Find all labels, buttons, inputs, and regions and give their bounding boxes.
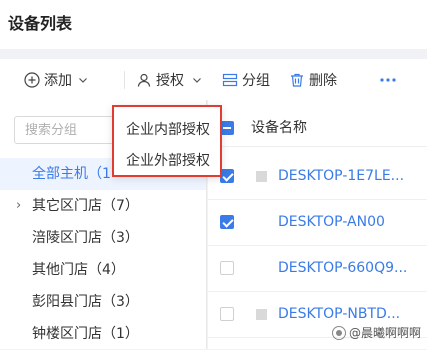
authorize-button-label: 授权 [156,72,184,89]
toolbar-divider [124,71,125,89]
authorize-button[interactable]: 授权 [136,59,202,100]
row-checkbox[interactable] [220,169,234,183]
row-checkbox[interactable] [220,215,234,229]
group-item[interactable]: 彭阳县门店（3） [0,286,206,318]
device-name-link[interactable]: DESKTOP-660Q9... [278,245,407,291]
group-item[interactable]: 其他门店（4） [0,254,206,286]
chevron-down-icon [192,75,202,85]
group-item-label: 全部主机（1 [32,166,111,182]
plus-circle-icon [24,71,40,88]
watermark-logo-icon [331,325,346,340]
menu-item-internal-authorization[interactable]: 企业内部授权 [126,119,210,139]
group-item-label: 涪陵区门店（3） [32,230,139,246]
watermark-text: @晨曦啊啊啊 [348,326,421,340]
table-header: 设备名称 [208,110,427,147]
table-row: DESKTOP-1E7LE... [208,153,427,200]
more-dots-icon [379,72,397,88]
title-bar: 设备列表 [0,0,427,49]
device-name-column-header: 设备名称 [251,120,307,136]
group-list: 全部主机（1 › 其它区门店（7） 涪陵区门店（3） 其他门店（4） 彭阳县门店… [0,158,206,350]
more-button[interactable] [379,59,397,100]
select-all-checkbox[interactable] [220,121,234,135]
row-checkbox[interactable] [220,307,234,321]
device-table: 设备名称 DESKTOP-1E7LE... DESKTOP-AN00 DESKT… [208,100,427,349]
group-item-label: 钟楼区门店（1） [32,326,139,342]
menu-item-external-authorization[interactable]: 企业外部授权 [126,150,210,170]
table-row: DESKTOP-660Q9... [208,245,427,292]
device-icon [256,171,267,182]
delete-button[interactable]: 删除 [289,59,337,100]
group-item-label: 其他门店（4） [32,262,125,278]
group-button[interactable]: 分组 [222,59,270,100]
authorize-dropdown-menu: 企业内部授权 企业外部授权 [112,105,222,177]
group-item[interactable]: 钟楼区门店（1） [0,318,206,350]
row-checkbox[interactable] [220,261,234,275]
group-item[interactable]: › 其它区门店（7） [0,190,206,222]
group-item[interactable]: 涪陵区门店（3） [0,222,206,254]
add-button-label: 添加 [44,72,72,89]
device-name-link[interactable]: DESKTOP-AN00 [278,199,385,245]
chevron-right-icon[interactable]: › [16,190,21,222]
delete-button-label: 删除 [309,72,337,89]
table-row: DESKTOP-AN00 [208,199,427,246]
trash-icon [289,72,305,88]
group-search-input[interactable] [14,116,124,144]
chevron-down-icon [78,75,88,85]
add-button[interactable]: 添加 [24,59,88,100]
device-icon [256,309,267,320]
group-button-label: 分组 [242,72,270,89]
group-icon [222,72,238,88]
group-item-label: 其它区门店（7） [32,198,139,214]
group-item-label: 彭阳县门店（3） [32,294,139,310]
device-name-link[interactable]: DESKTOP-1E7LE... [278,153,404,199]
toolbar: 添加 授权 分组 删除 [0,59,427,100]
user-icon [136,72,152,88]
watermark: @晨曦啊啊啊 [331,324,421,341]
page-title: 设备列表 [8,14,73,33]
